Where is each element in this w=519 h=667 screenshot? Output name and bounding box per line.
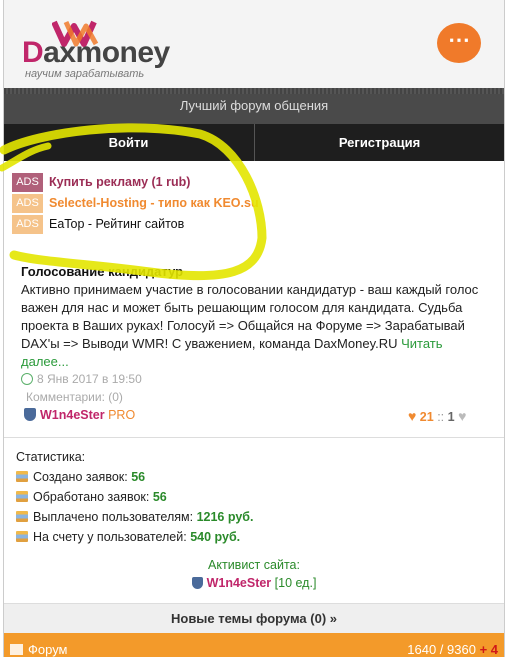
stat-row: Создано заявок: 56: [16, 467, 253, 487]
page-frame: Daxmoney научим зарабатывать ⋯ Лучший фо…: [3, 0, 505, 657]
site-subtitle-bar: Лучший форум общения: [4, 88, 504, 124]
ad-link[interactable]: Купить рекламу (1 rub): [49, 175, 190, 189]
stat-value: 540 руб.: [190, 530, 241, 544]
stat-row: Обработано заявок: 56: [16, 487, 253, 507]
stats-icon: [16, 511, 28, 522]
stats-block: Статистика: Создано заявок: 56 Обработан…: [16, 447, 253, 547]
post-date-text: 8 Янв 2017 в 19:50: [37, 372, 142, 386]
author-pro-badge: PRO: [108, 408, 136, 422]
stat-value: 56: [131, 470, 146, 484]
ads-badge: ADS: [12, 215, 43, 235]
site-subtitle: Лучший форум общения: [179, 98, 329, 113]
stats-icon: [16, 491, 28, 502]
like-heart-icon[interactable]: ♥: [408, 408, 416, 424]
stats-icon: [16, 471, 28, 482]
forum-bar[interactable]: Форум 1640 / 9360 + 4: [4, 633, 504, 657]
clock-icon: [21, 373, 33, 385]
user-shield-icon: [24, 408, 36, 421]
post-title[interactable]: Голосование кандидатур: [21, 264, 491, 279]
forum-new-count: + 4: [479, 642, 498, 657]
like-count: 21: [419, 410, 434, 424]
post-date: 8 Янв 2017 в 19:50: [21, 372, 142, 386]
ad-link[interactable]: EaTop - Рейтинг сайтов: [49, 217, 184, 231]
dislike-heart-icon[interactable]: ♥: [458, 408, 466, 424]
ad-item[interactable]: ADS Купить рекламу (1 rub): [12, 172, 259, 193]
activist-user: W1n4eSter [10 ед.]: [4, 574, 504, 592]
auth-bar: Войти Регистрация: [4, 124, 504, 161]
site-tagline: научим зарабатывать: [25, 68, 145, 80]
page-gutter: [505, 0, 519, 657]
stat-row: Выплачено пользователям: 1216 руб.: [16, 507, 253, 527]
activist-count: [10 ед.]: [274, 576, 317, 590]
activist-block: Активист сайта: W1n4eSter [10 ед.]: [4, 556, 504, 592]
forum-count-text: 1640 / 9360: [407, 642, 476, 657]
stat-label: Создано заявок:: [33, 470, 128, 484]
forum-link[interactable]: Форум: [10, 633, 68, 667]
stat-value: 1216 руб.: [196, 510, 254, 524]
login-button[interactable]: Войти: [4, 124, 253, 161]
vote-separator: ::: [437, 410, 445, 424]
activist-name[interactable]: W1n4eSter: [207, 576, 272, 590]
post-body: Активно принимаем участие в голосовании …: [21, 281, 491, 371]
post-votes: ♥ 21 :: 1 ♥: [408, 408, 466, 424]
author-name[interactable]: W1n4eSter: [40, 408, 105, 422]
stat-value: 56: [152, 490, 167, 504]
post-comments[interactable]: Комментарии: (0): [26, 390, 123, 404]
new-topics-link[interactable]: Новые темы форума (0) »: [4, 603, 504, 634]
ad-link[interactable]: Selectel-Hosting - типо как KEO.su: [49, 196, 259, 210]
forum-label: Форум: [28, 642, 68, 657]
news-post: Голосование кандидатур Активно принимаем…: [21, 264, 491, 371]
stat-label: На счету у пользователей:: [33, 530, 187, 544]
stats-icon: [16, 531, 28, 542]
stat-label: Выплачено пользователям:: [33, 510, 194, 524]
forum-icon: [10, 644, 23, 655]
user-shield-icon: [191, 577, 203, 589]
activist-label: Активист сайта:: [208, 558, 300, 572]
post-author: W1n4eSter PRO: [24, 408, 135, 422]
ad-item[interactable]: ADS EaTop - Рейтинг сайтов: [12, 214, 259, 235]
ad-item[interactable]: ADS Selectel-Hosting - типо как KEO.su: [12, 193, 259, 214]
menu-button[interactable]: ⋯: [437, 23, 481, 63]
forum-counts: 1640 / 9360 + 4: [407, 633, 498, 667]
register-button[interactable]: Регистрация: [254, 124, 504, 161]
stat-row: На счету у пользователей: 540 руб.: [16, 527, 253, 547]
site-logo[interactable]: Daxmoney: [22, 36, 170, 70]
site-header: Daxmoney научим зарабатывать ⋯: [4, 0, 504, 88]
divider: [4, 437, 504, 438]
stats-title: Статистика:: [16, 450, 86, 464]
ads-block: ADS Купить рекламу (1 rub) ADS Selectel-Ho…: [12, 172, 259, 235]
stat-label: Обработано заявок:: [33, 490, 150, 504]
dislike-count: 1: [447, 410, 455, 424]
ads-badge: ADS: [12, 194, 43, 214]
ads-badge: ADS: [12, 173, 43, 193]
